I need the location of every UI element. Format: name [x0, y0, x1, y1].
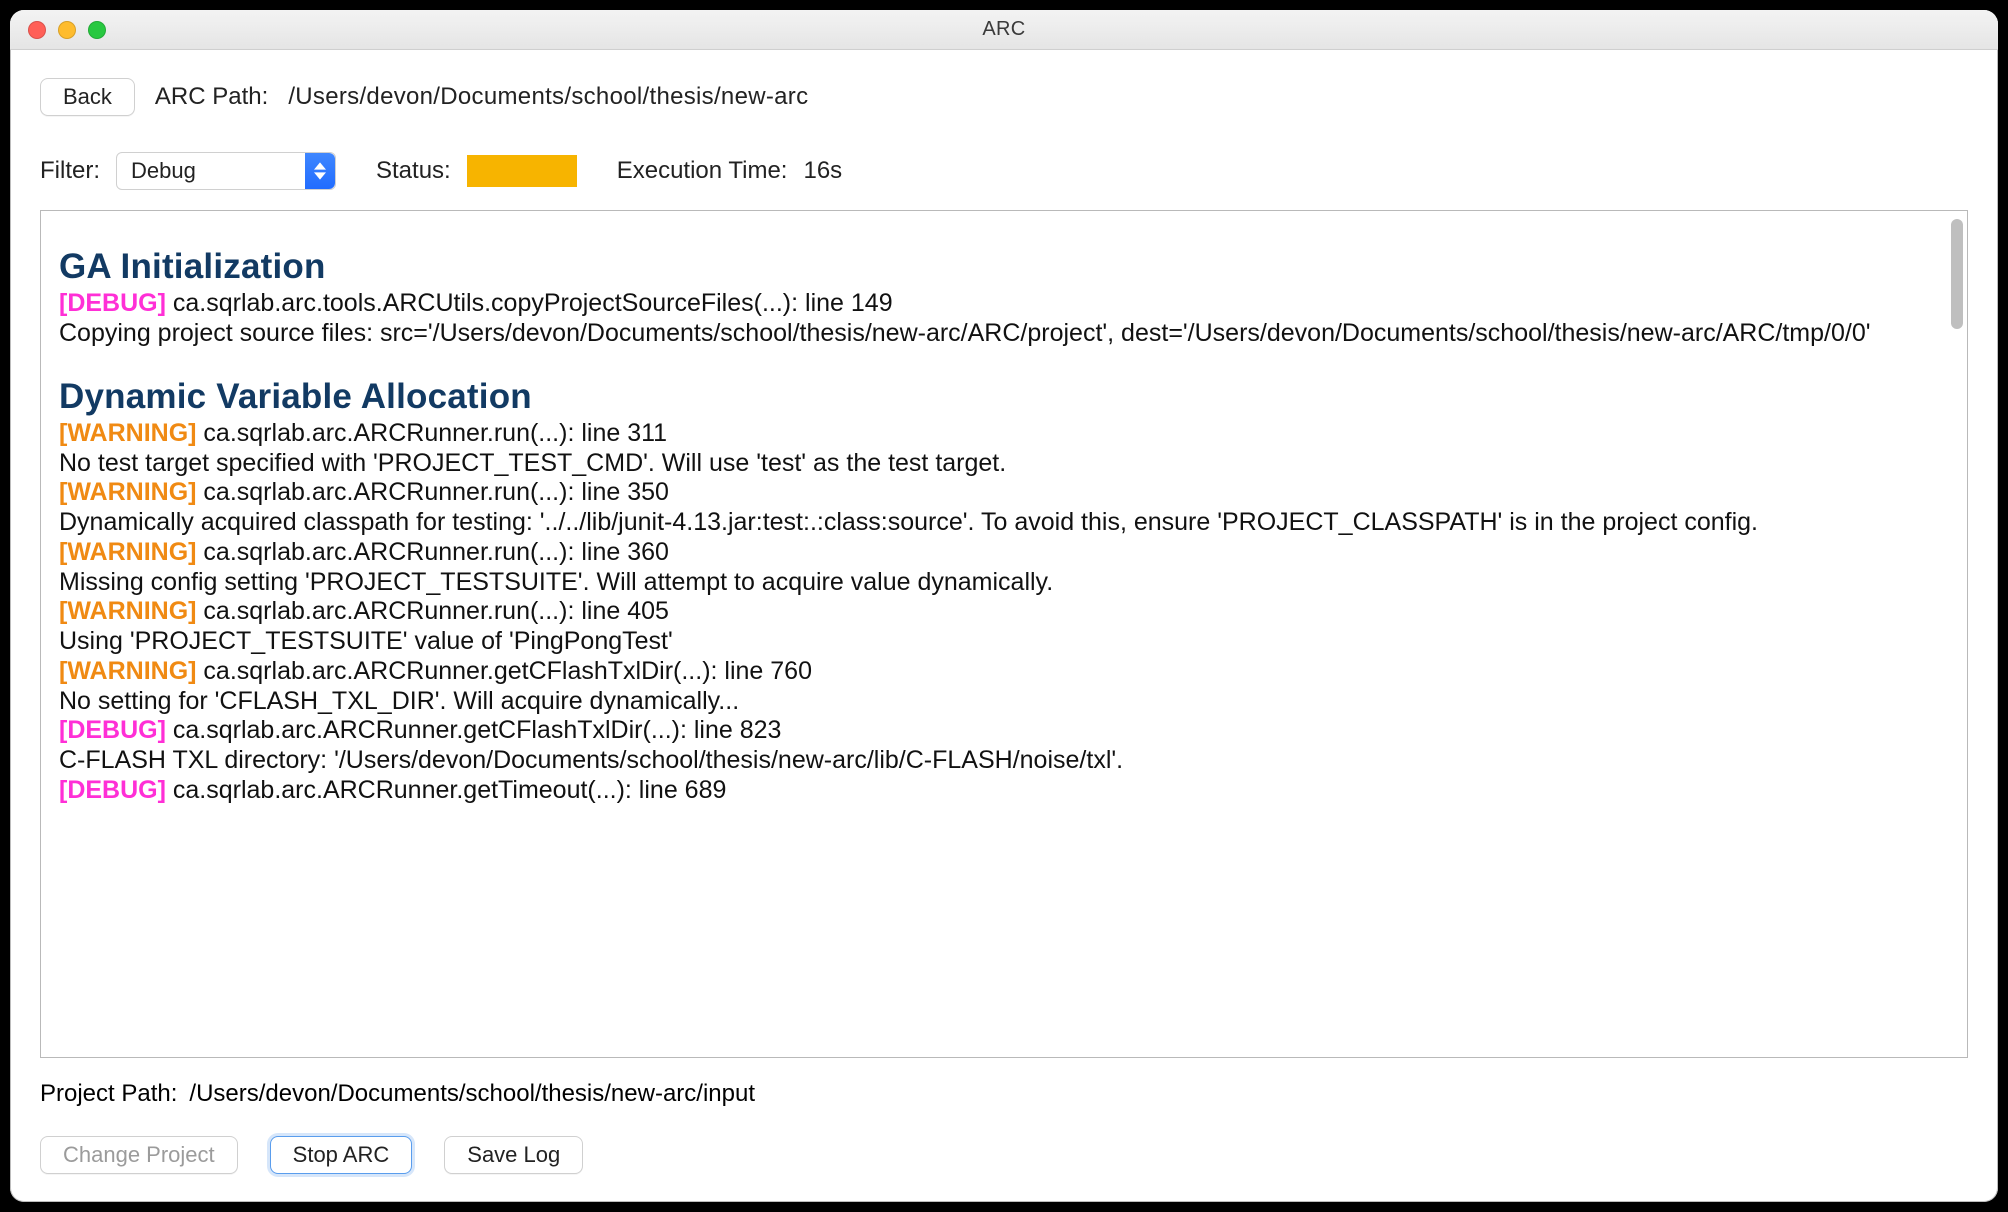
- log-tag-warning: [WARNING]: [59, 419, 196, 447]
- log-tag-warning: [WARNING]: [59, 657, 196, 685]
- log-section-heading: GA Initialization: [59, 247, 1943, 287]
- log-source: ca.sqrlab.arc.tools.ARCUtils.copyProject…: [166, 289, 893, 317]
- log-entry-source-line: [WARNING] ca.sqrlab.arc.ARCRunner.run(..…: [59, 419, 1943, 448]
- save-log-button[interactable]: Save Log: [444, 1136, 583, 1174]
- log-source: ca.sqrlab.arc.ARCRunner.run(...): line 4…: [196, 597, 668, 625]
- log-entry-source-line: [WARNING] ca.sqrlab.arc.ARCRunner.run(..…: [59, 538, 1943, 567]
- stop-arc-button[interactable]: Stop ARC: [270, 1136, 413, 1174]
- filter-label: Filter:: [40, 157, 100, 185]
- project-path-value: /Users/devon/Documents/school/thesis/new…: [189, 1080, 755, 1108]
- log-message: C-FLASH TXL directory: '/Users/devon/Doc…: [59, 745, 1943, 776]
- app-window: ARC Back ARC Path: /Users/devon/Document…: [10, 10, 1998, 1202]
- log-message: Using 'PROJECT_TESTSUITE' value of 'Ping…: [59, 626, 1943, 657]
- execution-time-label: Execution Time:: [617, 157, 788, 185]
- arc-path-value: /Users/devon/Documents/school/thesis/new…: [288, 83, 808, 111]
- log-entry-source-line: [DEBUG] ca.sqrlab.arc.ARCRunner.getCFlas…: [59, 716, 1943, 745]
- log-entry-source-line: [WARNING] ca.sqrlab.arc.ARCRunner.run(..…: [59, 478, 1943, 507]
- log-source: ca.sqrlab.arc.ARCRunner.getCFlashTxlDir(…: [166, 716, 782, 744]
- scrollbar-thumb[interactable]: [1951, 219, 1963, 329]
- log-message: No test target specified with 'PROJECT_T…: [59, 448, 1943, 479]
- log-tag-debug: [DEBUG]: [59, 716, 166, 744]
- log-message: Copying project source files: src='/User…: [59, 318, 1943, 349]
- log-message: No setting for 'CFLASH_TXL_DIR'. Will ac…: [59, 686, 1943, 717]
- log-source: ca.sqrlab.arc.ARCRunner.run(...): line 3…: [196, 478, 668, 506]
- log-body: GA Initialization[DEBUG] ca.sqrlab.arc.t…: [59, 247, 1943, 805]
- filter-selected-value: Debug: [131, 158, 196, 184]
- log-message: Dynamically acquired classpath for testi…: [59, 507, 1943, 538]
- select-caret-icon: [305, 153, 335, 189]
- log-tag-warning: [WARNING]: [59, 478, 196, 506]
- status-indicator: [467, 155, 577, 187]
- log-entry-source-line: [DEBUG] ca.sqrlab.arc.ARCRunner.getTimeo…: [59, 776, 1943, 805]
- topbar: Back ARC Path: /Users/devon/Documents/sc…: [40, 78, 1968, 116]
- log-pane[interactable]: GA Initialization[DEBUG] ca.sqrlab.arc.t…: [40, 210, 1968, 1058]
- log-section-heading: Dynamic Variable Allocation: [59, 377, 1943, 417]
- log-source: ca.sqrlab.arc.ARCRunner.run(...): line 3…: [196, 419, 667, 447]
- filter-row: Filter: Debug Status: Execution Time: 16…: [40, 152, 1968, 190]
- window-title: ARC: [10, 18, 1998, 41]
- log-message: Missing config setting 'PROJECT_TESTSUIT…: [59, 567, 1943, 598]
- filter-select[interactable]: Debug: [116, 152, 336, 190]
- change-project-button[interactable]: Change Project: [40, 1136, 238, 1174]
- log-tag-debug: [DEBUG]: [59, 289, 166, 317]
- log-tag-warning: [WARNING]: [59, 597, 196, 625]
- log-entry-source-line: [WARNING] ca.sqrlab.arc.ARCRunner.run(..…: [59, 597, 1943, 626]
- back-button[interactable]: Back: [40, 78, 135, 116]
- log-tag-warning: [WARNING]: [59, 538, 196, 566]
- log-entry-source-line: [DEBUG] ca.sqrlab.arc.tools.ARCUtils.cop…: [59, 289, 1943, 318]
- content-area: Back ARC Path: /Users/devon/Documents/sc…: [10, 50, 1998, 1202]
- execution-time-value: 16s: [803, 157, 842, 185]
- log-entry-source-line: [WARNING] ca.sqrlab.arc.ARCRunner.getCFl…: [59, 657, 1943, 686]
- footer: Project Path: /Users/devon/Documents/sch…: [40, 1058, 1968, 1174]
- log-tag-debug: [DEBUG]: [59, 776, 166, 804]
- log-source: ca.sqrlab.arc.ARCRunner.getCFlashTxlDir(…: [196, 657, 812, 685]
- log-source: ca.sqrlab.arc.ARCRunner.run(...): line 3…: [196, 538, 668, 566]
- log-source: ca.sqrlab.arc.ARCRunner.getTimeout(...):…: [166, 776, 726, 804]
- arc-path-label: ARC Path:: [155, 83, 268, 111]
- project-path-label: Project Path:: [40, 1080, 177, 1108]
- status-label: Status:: [376, 157, 451, 185]
- titlebar: ARC: [10, 10, 1998, 50]
